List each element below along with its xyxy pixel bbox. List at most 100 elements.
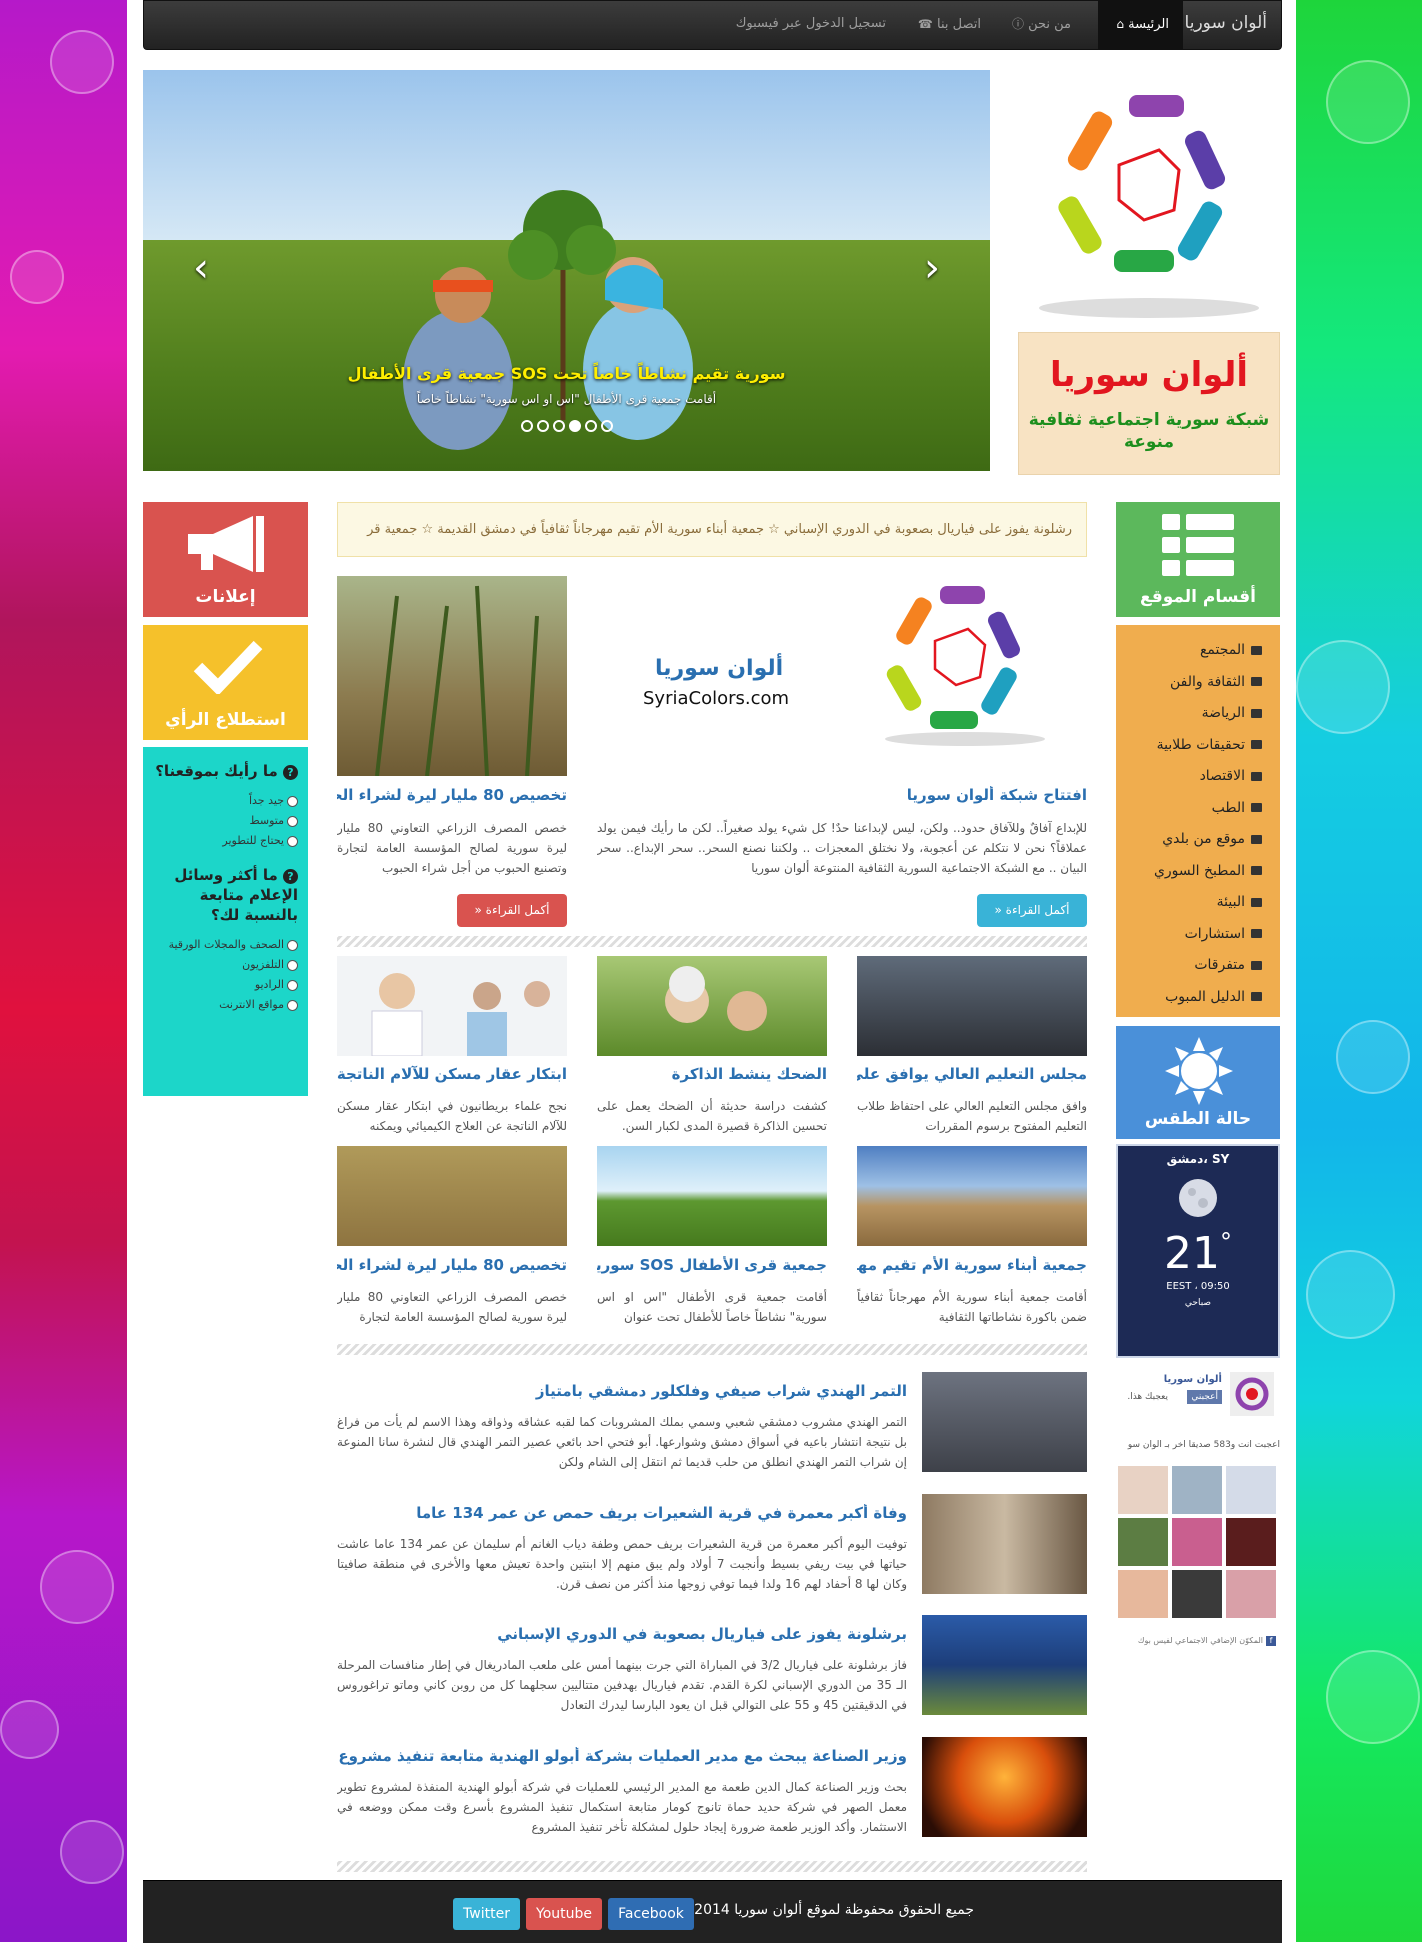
list-image[interactable] — [922, 1494, 1087, 1594]
navbar-brand[interactable]: ألوان سوريا — [1185, 13, 1267, 33]
poll2-option[interactable]: التلفزيون — [153, 955, 298, 975]
radio-button[interactable] — [287, 959, 298, 971]
facebook-like-button[interactable]: أعجبني — [1187, 1390, 1222, 1404]
list-text: بحث وزير الصناعة كمال الدين طعمة مع المد… — [337, 1780, 907, 1834]
carousel-prev-arrow[interactable]: ‹ — [193, 245, 209, 291]
list-title[interactable]: التمر الهندي شراب صيفي وفلكلور دمشقي بام… — [337, 1382, 907, 1400]
grid-image[interactable] — [857, 956, 1087, 1056]
friend-avatar[interactable] — [1118, 1518, 1168, 1566]
weather-tile[interactable]: حالة الطقس — [1116, 1026, 1280, 1139]
featured-logo-image[interactable]: ألوان سوريا SyriaColors.com — [585, 576, 1087, 776]
friend-avatar[interactable] — [1172, 1570, 1222, 1618]
news-ticker[interactable]: رشلونة يفوز على فياريال بصعوبة في الدوري… — [337, 502, 1087, 557]
category-link[interactable]: متفرقات — [1116, 950, 1280, 982]
list-title[interactable]: برشلونة يفوز على فياريال بصعوبة في الدور… — [337, 1625, 907, 1643]
radio-button[interactable] — [287, 979, 298, 991]
poll1-option[interactable]: جيد جداً — [153, 791, 298, 811]
grid-title[interactable]: جمعية قرى الأطفال SOS سورية تقيم — [597, 1256, 827, 1274]
grid-image[interactable] — [857, 1146, 1087, 1246]
twitter-button[interactable]: Twitter — [453, 1898, 520, 1930]
categories-list: المجتمع الثقافة والفن الرياضة تحقيقات طل… — [1116, 625, 1280, 1017]
read-more-button[interactable]: » أكمل القراءة — [457, 894, 567, 927]
category-link[interactable]: المجتمع — [1116, 635, 1280, 667]
friend-avatar[interactable] — [1172, 1466, 1222, 1514]
poll-tile[interactable]: استطلاع الرأي — [143, 625, 308, 740]
facebook-page-avatar[interactable] — [1230, 1372, 1274, 1416]
featured-image-wheat[interactable] — [337, 576, 567, 776]
poll2-option[interactable]: مواقع الانترنت — [153, 995, 298, 1015]
list-title[interactable]: وفاة أكبر معمرة في قرية الشعيرات بريف حم… — [337, 1504, 907, 1522]
category-link[interactable]: تحقيقات طلابية — [1116, 730, 1280, 762]
grid-text: أقامت جمعية قرى الأطفال "اس او اس سورية"… — [597, 1290, 827, 1324]
radio-button[interactable] — [287, 795, 298, 807]
radio-button[interactable] — [287, 999, 298, 1011]
radio-button[interactable] — [287, 939, 298, 951]
category-link[interactable]: موقع من بلدي — [1116, 824, 1280, 856]
category-link[interactable]: استشارات — [1116, 919, 1280, 951]
carousel-dot[interactable] — [552, 420, 565, 432]
double-chevron-icon: » — [474, 903, 486, 917]
friend-avatar[interactable] — [1226, 1518, 1276, 1566]
facebook-button[interactable]: Facebook — [608, 1898, 694, 1930]
carousel-dot-active[interactable] — [568, 420, 581, 432]
sun-icon — [1165, 1037, 1233, 1105]
featured-title[interactable]: افتتاح شبكة ألوان سوريا — [687, 786, 1087, 804]
category-link[interactable]: الرياضة — [1116, 698, 1280, 730]
featured-title[interactable]: تخصيص 80 مليار ليرة لشراء الحبوب — [337, 786, 567, 804]
nav-about[interactable]: ⓘ من نحن — [1008, 1, 1071, 49]
nav-facebook-login[interactable]: تسجيل الدخول عبر فيسبوك — [736, 1, 886, 49]
poll2-option[interactable]: الصحف والمجلات الورقية — [153, 935, 298, 955]
carousel-caption-title[interactable]: جمعية قرى الأطفال SOS سورية تقيم نشاطاً … — [143, 364, 990, 383]
friend-avatar[interactable] — [1226, 1466, 1276, 1514]
carousel-dot[interactable] — [520, 420, 533, 432]
radio-button[interactable] — [287, 815, 298, 827]
grid-title[interactable]: الضحك ينشط الذاكرة — [597, 1065, 827, 1083]
carousel-dot[interactable] — [600, 420, 613, 432]
list-title[interactable]: وزير الصناعة يبحث مع مدير العمليات بشركة… — [337, 1747, 907, 1765]
carousel-dot[interactable] — [536, 420, 549, 432]
list-image[interactable] — [922, 1615, 1087, 1715]
ads-tile[interactable]: إعلانات — [143, 502, 308, 617]
facebook-page-name[interactable]: ألوان سوريا — [1164, 1374, 1222, 1385]
list-image[interactable] — [922, 1737, 1087, 1837]
nav-facebook-login-label: تسجيل الدخول عبر فيسبوك — [735, 16, 886, 31]
grid-title[interactable]: جمعية أبناء سورية الأم تقيم مهرجاناً — [857, 1256, 1087, 1274]
poll1-option[interactable]: متوسط — [153, 811, 298, 831]
radio-button[interactable] — [287, 835, 298, 847]
poll2-option[interactable]: الراديو — [153, 975, 298, 995]
category-link[interactable]: الدليل المبوب — [1116, 982, 1280, 1014]
info-icon: ⓘ — [1011, 17, 1024, 31]
facebook-icon: f — [1266, 1636, 1276, 1646]
hero-carousel[interactable]: ‹ › جمعية قرى الأطفال SOS سورية تقيم نشا… — [143, 70, 990, 471]
category-link[interactable]: البيئة — [1116, 887, 1280, 919]
friend-avatar[interactable] — [1172, 1518, 1222, 1566]
friend-avatar[interactable] — [1118, 1466, 1168, 1514]
list-image[interactable] — [922, 1372, 1087, 1472]
question-icon: ? — [283, 765, 298, 780]
friend-avatar[interactable] — [1118, 1570, 1168, 1618]
friend-avatar[interactable] — [1226, 1570, 1276, 1618]
phone-icon: ☎ — [917, 17, 933, 31]
grid-title[interactable]: مجلس التعليم العالي يوافق على تدوير — [857, 1065, 1087, 1083]
grid-image[interactable] — [597, 956, 827, 1056]
poll1-option[interactable]: يحتاج للتطوير — [153, 831, 298, 851]
poll2-option-label: الراديو — [254, 978, 284, 991]
category-link[interactable]: الثقافة والفن — [1116, 667, 1280, 699]
category-link[interactable]: المطبخ السوري — [1116, 856, 1280, 888]
carousel-next-arrow[interactable]: › — [924, 245, 940, 291]
grid-title[interactable]: ابتكار عقار مسكن للآلام الناتجة عن — [337, 1065, 567, 1083]
sections-tile[interactable]: أقسام الموقع — [1116, 502, 1280, 617]
grid-image[interactable] — [337, 956, 567, 1056]
category-link[interactable]: الطب — [1116, 793, 1280, 825]
grid-image[interactable] — [597, 1146, 827, 1246]
site-logo[interactable] — [1018, 70, 1280, 325]
grid-title[interactable]: تخصيص 80 مليار ليرة لشراء الحبوب — [337, 1256, 567, 1274]
megaphone-icon — [188, 516, 264, 572]
category-link[interactable]: الاقتصاد — [1116, 761, 1280, 793]
carousel-dot[interactable] — [584, 420, 597, 432]
grid-image[interactable] — [337, 1146, 567, 1246]
youtube-button[interactable]: Youtube — [526, 1898, 602, 1930]
nav-contact[interactable]: ☎ اتصل بنا — [914, 1, 981, 49]
nav-home[interactable]: ⌂ الرئيسة — [1098, 1, 1183, 49]
read-more-button[interactable]: » أكمل القراءة — [977, 894, 1087, 927]
